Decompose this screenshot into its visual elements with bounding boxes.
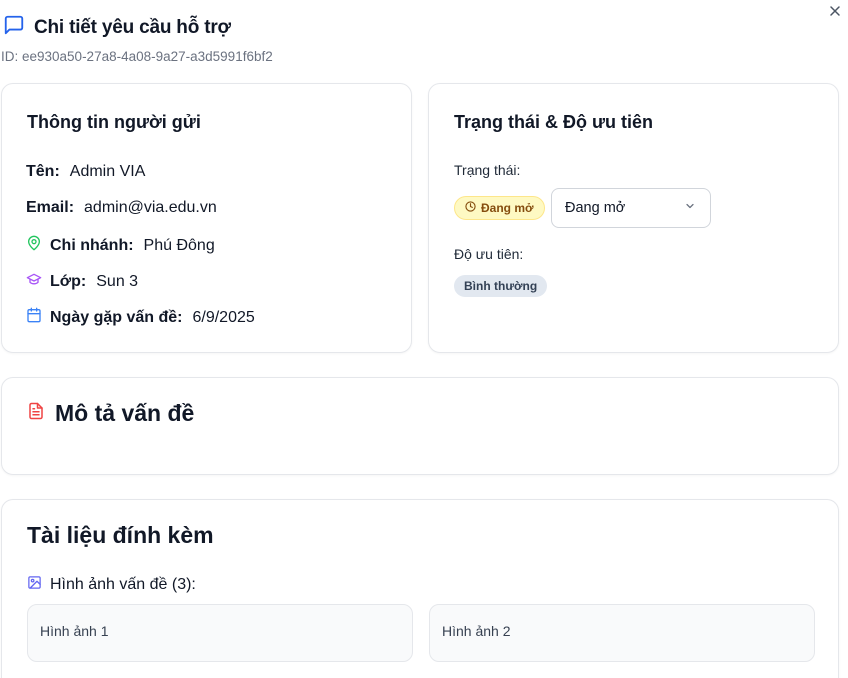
images-section-label: Hình ảnh vấn đề (3):: [27, 575, 196, 595]
sender-name-label: Tên:: [26, 163, 60, 180]
sender-class-label: Lớp:: [50, 272, 87, 290]
sender-branch-label: Chi nhánh:: [50, 236, 134, 254]
image-tile-2[interactable]: Hình ảnh 2: [429, 604, 815, 662]
priority-label: Độ ưu tiên:: [454, 246, 524, 262]
image-tile-1[interactable]: Hình ảnh 1: [27, 604, 413, 662]
image-icon: [27, 575, 42, 595]
status-select-value: Đang mở: [565, 200, 626, 216]
sender-info-card: Thông tin người gửi Tên: Admin VIA Email…: [1, 83, 412, 353]
sender-name-value: Admin VIA: [69, 163, 146, 180]
status-badge: Đang mở: [454, 196, 545, 220]
images-label-text: Hình ảnh vấn đề (3):: [50, 576, 196, 593]
sender-date-row: Ngày gặp vấn đề: 6/9/2025: [26, 307, 255, 328]
status-priority-heading: Trạng thái & Độ ưu tiên: [454, 112, 654, 132]
sender-branch-row: Chi nhánh: Phú Đông: [26, 235, 215, 256]
request-id: ID: ee930a50-27a8-4a08-9a27-a3d5991f6bf2: [1, 49, 273, 64]
map-pin-icon: [26, 235, 42, 256]
graduation-cap-icon: [26, 271, 42, 292]
dialog-title-text: Chi tiết yêu cầu hỗ trợ: [34, 16, 231, 38]
calendar-icon: [26, 307, 42, 328]
description-card: Mô tả vấn đề: [1, 377, 839, 475]
status-select[interactable]: Đang mở: [551, 188, 711, 228]
message-square-icon: [3, 14, 25, 41]
description-heading: Mô tả vấn đề: [27, 400, 194, 427]
description-heading-text: Mô tả vấn đề: [55, 400, 195, 426]
support-request-dialog: Chi tiết yêu cầu hỗ trợ ID: ee930a50-27a…: [0, 0, 848, 678]
attachments-heading: Tài liệu đính kèm: [27, 522, 214, 548]
file-text-icon: [27, 402, 45, 425]
sender-date-label: Ngày gặp vấn đề:: [50, 308, 183, 326]
priority-badge: Bình thường: [454, 275, 548, 297]
status-priority-card: Trạng thái & Độ ưu tiên Trạng thái: Đang…: [428, 83, 839, 353]
clock-icon: [465, 201, 476, 215]
attachments-card: Tài liệu đính kèm Hình ảnh vấn đề (3): H…: [1, 499, 839, 678]
sender-info-heading: Thông tin người gửi: [27, 112, 201, 132]
sender-class-row: Lớp: Sun 3: [26, 271, 138, 292]
sender-email-value: admin@via.edu.vn: [84, 199, 217, 216]
close-button[interactable]: [824, 2, 846, 24]
status-label: Trạng thái:: [454, 162, 521, 178]
sender-email-label: Email:: [26, 199, 75, 216]
close-icon: [829, 4, 841, 22]
sender-date-value: 6/9/2025: [192, 308, 255, 326]
sender-class-value: Sun 3: [96, 272, 139, 290]
sender-email-row: Email: admin@via.edu.vn: [26, 199, 217, 217]
chevron-down-icon: [684, 200, 696, 216]
status-badge-text: Đang mở: [481, 201, 534, 215]
sender-name-row: Tên: Admin VIA: [26, 163, 145, 181]
sender-branch-value: Phú Đông: [143, 236, 215, 254]
dialog-title: Chi tiết yêu cầu hỗ trợ: [3, 14, 231, 41]
